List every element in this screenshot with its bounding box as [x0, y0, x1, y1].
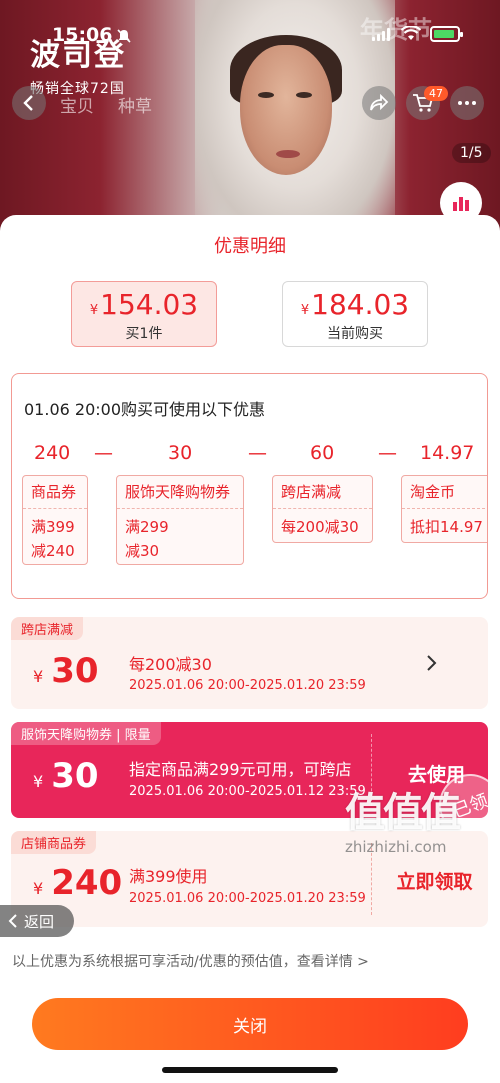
discount-card-apparel-coupon: 服饰天降购物券 满299 减30 [116, 475, 244, 565]
coupon-amount: ¥30 [33, 651, 99, 691]
coupon-validity: 2025.01.06 20:00-2025.01.20 23:59 [129, 678, 366, 693]
model-eye-left [258, 92, 274, 98]
claim-coupon-button[interactable]: 立即领取 [381, 867, 488, 894]
discount-amount: 60 [310, 442, 335, 464]
coupon-amount: ¥240 [33, 863, 123, 903]
coupon-amount: ¥30 [33, 756, 99, 796]
back-pill-button[interactable]: 返回 [0, 905, 74, 937]
close-button[interactable]: 关闭 [32, 998, 468, 1050]
breakdown-heading: 01.06 20:00购买可使用以下优惠 [24, 400, 266, 419]
tab-item[interactable]: 宝贝 [60, 92, 94, 117]
discount-card-title: 商品券 [23, 476, 87, 509]
price-label: 当前购买 [327, 326, 383, 342]
discount-amount: 30 [168, 442, 193, 464]
share-button[interactable] [362, 86, 396, 120]
discount-card-cross-store: 跨店满减 每200减30 [272, 475, 373, 543]
estimate-note-link[interactable]: 以上优惠为系统根据可享活动/优惠的预估值，查看详情 > [12, 951, 369, 971]
discount-amount: 14.97 [420, 442, 475, 464]
price-value: ¥154.03 [89, 288, 199, 321]
price-option-current[interactable]: ¥184.03 当前购买 [282, 281, 428, 347]
discount-card-title: 淘金币 [402, 476, 487, 509]
price-value: ¥184.03 [300, 288, 410, 321]
coupon-tag: 服饰天降购物券 | 限量 [11, 722, 161, 745]
more-button[interactable] [450, 86, 484, 120]
back-pill-label: 返回 [24, 912, 55, 931]
model-lips [276, 150, 300, 158]
coupon-validity: 2025.01.06 20:00-2025.01.12 23:59 [129, 784, 366, 799]
coupon-description: 每200减30 [129, 655, 212, 674]
watermark: 值值值 zhizhizhi.com [345, 780, 495, 865]
coupon-description: 满399使用 [129, 867, 208, 886]
minus-operator: — [378, 442, 397, 464]
coupon-tag: 跨店满减 [11, 617, 84, 640]
bell-muted-icon [117, 29, 131, 43]
cart-count-badge: 47 [424, 86, 448, 101]
product-nav-tabs: 宝贝 种草 [60, 92, 152, 117]
coupon-tag: 店铺商品券 [11, 831, 97, 854]
more-dot-icon [472, 101, 476, 105]
chevron-right-icon[interactable] [425, 654, 437, 672]
discount-card-body: 满399 减240 [31, 518, 75, 560]
more-dot-icon [465, 101, 469, 105]
product-image-area: 波司登 畅销全球72国 年货节 15:06 宝贝 种草 47 1/5 [0, 0, 500, 240]
coupon-validity: 2025.01.06 20:00-2025.01.20 23:59 [129, 891, 366, 906]
discount-card-body: 满299 减30 [125, 518, 169, 560]
watermark-logo: 值值值 [345, 790, 461, 836]
bar-chart-icon [453, 197, 469, 211]
model-eye-right [296, 92, 312, 98]
sheet-title: 优惠明细 [214, 236, 286, 257]
discount-card-body: 每200减30 [281, 518, 359, 536]
tab-grass[interactable]: 种草 [118, 92, 152, 117]
chevron-left-icon [23, 95, 33, 111]
status-time: 15:06 [52, 24, 113, 46]
price-option-buy-one[interactable]: ¥154.03 买1件 [71, 281, 217, 347]
discount-card-taojinbi: 淘金币 抵扣14.97 [401, 475, 487, 543]
discount-card-product-coupon: 商品券 满399 减240 [22, 475, 88, 565]
coupon-description: 指定商品满299元可用，可跨店 [129, 760, 352, 779]
watermark-url: zhizhizhi.com [345, 838, 447, 856]
minus-operator: — [94, 442, 113, 464]
discount-card-body: 抵扣14.97 [410, 518, 483, 536]
discount-amount: 240 [34, 442, 71, 464]
image-page-indicator: 1/5 [452, 143, 491, 163]
chevron-left-icon [8, 914, 17, 928]
status-icons [372, 26, 463, 42]
share-icon [370, 94, 389, 111]
discount-card-title: 服饰天降购物券 [117, 476, 243, 509]
battery-icon [430, 26, 463, 42]
back-button[interactable] [12, 86, 46, 120]
wifi-icon [401, 26, 421, 40]
discount-card-title: 跨店满减 [273, 476, 372, 509]
discount-breakdown: 01.06 20:00购买可使用以下优惠 240 — 30 — 60 — 14.… [11, 373, 488, 599]
signal-icon [372, 27, 392, 41]
minus-operator: — [248, 442, 267, 464]
home-indicator [162, 1067, 338, 1073]
more-dot-icon [458, 101, 462, 105]
price-label: 买1件 [125, 326, 163, 342]
discount-detail-sheet: 优惠明细 ¥154.03 买1件 ¥184.03 当前购买 01.06 20:0… [0, 215, 500, 1083]
coupon-cross-store[interactable]: 跨店满减 ¥30 每200减30 2025.01.06 20:00-2025.0… [11, 617, 488, 709]
